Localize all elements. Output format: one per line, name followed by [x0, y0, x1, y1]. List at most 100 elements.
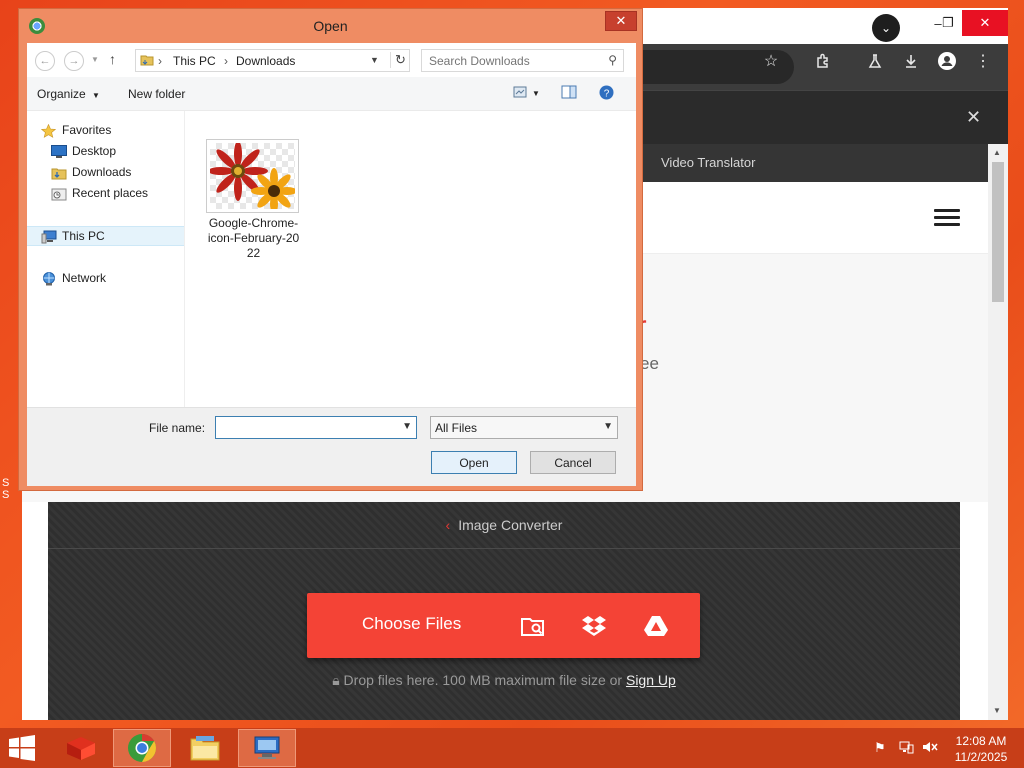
folder-icon: [190, 736, 220, 761]
google-drive-icon[interactable]: [642, 612, 670, 640]
chevron-down-icon[interactable]: ▼: [402, 421, 412, 432]
vertical-scrollbar[interactable]: ▲ ▼: [988, 144, 1008, 720]
hamburger-menu-icon[interactable]: [934, 209, 960, 227]
address-dropdown-icon[interactable]: ▼: [370, 55, 379, 65]
recent-places-icon: [51, 187, 67, 200]
dialog-titlebar: Open ✕: [19, 9, 642, 43]
choose-files-label: Choose Files: [362, 614, 462, 633]
breadcrumb-this-pc[interactable]: This PC: [173, 54, 216, 68]
breadcrumb-separator: ›: [158, 54, 162, 68]
up-arrow-icon[interactable]: ↑: [109, 51, 116, 67]
organize-label: Organize: [37, 87, 86, 101]
back-arrow-icon[interactable]: ←: [35, 51, 55, 71]
view-options-icon[interactable]: [513, 86, 527, 101]
nav-item-recent-places[interactable]: Recent places: [51, 184, 148, 202]
scrollbar-thumb[interactable]: [992, 162, 1004, 302]
refresh-icon[interactable]: ↻: [390, 52, 406, 68]
taskbar: ⚑ 12:08 AM 11/2/2025: [0, 728, 1024, 768]
lock-icon: 🔒︎: [332, 672, 340, 688]
labs-flask-icon[interactable]: [862, 48, 888, 74]
chevron-left-icon[interactable]: ‹: [446, 517, 451, 533]
nav-label-desktop: Desktop: [72, 144, 117, 158]
help-icon[interactable]: ?: [599, 85, 614, 103]
new-folder-button[interactable]: New folder: [128, 87, 185, 101]
windows-logo-icon: [9, 735, 35, 761]
search-input[interactable]: [422, 50, 592, 71]
download-icon[interactable]: [898, 48, 924, 74]
taskbar-remote-desktop[interactable]: [238, 729, 296, 767]
network-icon: [41, 271, 57, 285]
cancel-button[interactable]: Cancel: [530, 451, 616, 474]
nav-item-this-pc[interactable]: This PC: [41, 227, 105, 245]
forward-arrow-icon[interactable]: →: [64, 51, 84, 71]
dialog-close-button[interactable]: ✕: [605, 11, 637, 31]
profile-avatar-icon[interactable]: [934, 48, 960, 74]
taskbar-app-boxes[interactable]: [52, 729, 110, 767]
breadcrumb-separator: ›: [224, 54, 228, 68]
desktop-edge-text: S: [2, 489, 10, 501]
drop-zone-text: 🔒︎ Drop files here. 100 MB maximum file …: [48, 672, 960, 689]
dialog-footer: File name: ▼ All Files ▼ Open Cancel: [27, 407, 636, 486]
volume-muted-icon[interactable]: [922, 740, 938, 757]
desktop-icon: [51, 144, 67, 158]
file-name-line: 22: [246, 246, 261, 260]
recent-locations-chevron-icon[interactable]: ▼: [91, 55, 99, 64]
file-type-select[interactable]: All Files ▼: [430, 416, 618, 439]
nav-label-downloads: Downloads: [72, 165, 132, 179]
taskbar-chrome[interactable]: [113, 729, 171, 767]
preview-pane-icon[interactable]: [561, 85, 577, 102]
file-name-label: File name:: [149, 421, 206, 435]
chrome-icon: [128, 734, 156, 762]
breadcrumb: ‹ Image Converter: [48, 502, 960, 549]
monitor-icon: [254, 736, 280, 759]
file-name-line: Google-Chrome-: [208, 216, 299, 230]
file-name-combo[interactable]: ▼: [215, 416, 417, 439]
chevron-down-icon[interactable]: ▼: [603, 421, 613, 432]
search-icon[interactable]: ⚲: [608, 53, 617, 67]
system-clock[interactable]: 12:08 AM 11/2/2025: [948, 733, 1014, 765]
choose-files-button[interactable]: Choose Files: [307, 593, 700, 658]
dialog-title: Open: [313, 18, 348, 34]
network-status-icon[interactable]: [899, 740, 914, 757]
close-infobar-icon[interactable]: ✕: [966, 107, 981, 128]
file-thumbnail: [206, 139, 299, 213]
package-icon: [67, 737, 95, 760]
file-name-input[interactable]: [216, 417, 396, 438]
nav-item-downloads[interactable]: Downloads: [51, 163, 131, 181]
scroll-down-icon[interactable]: ▼: [993, 706, 1001, 715]
organize-menu[interactable]: Organize ▼: [37, 87, 100, 101]
nav-label-this-pc: This PC: [62, 229, 105, 243]
taskbar-file-explorer[interactable]: [176, 729, 234, 767]
nav-item-network[interactable]: Network: [41, 269, 106, 287]
address-breadcrumb[interactable]: › This PC › Downloads ▼ ↻: [135, 49, 410, 72]
close-button[interactable]: ✕: [962, 10, 1008, 36]
more-menu-icon[interactable]: ⋮: [970, 48, 996, 74]
dropbox-icon[interactable]: [580, 612, 608, 640]
search-box[interactable]: ⚲: [421, 49, 624, 72]
open-button[interactable]: Open: [431, 451, 517, 474]
extensions-icon[interactable]: [810, 48, 836, 74]
nav-label-recent-places: Recent places: [72, 186, 149, 200]
open-file-dialog: Open ✕ ← → ▼ ↑ › This PC › Downloads ▼ ↻…: [18, 8, 643, 491]
dialog-body: ← → ▼ ↑ › This PC › Downloads ▼ ↻ ⚲: [27, 43, 636, 486]
converter-panel: ‹ Image Converter Choose Files 🔒︎ Drop f…: [48, 502, 960, 720]
nav-item-favorites[interactable]: Favorites: [40, 121, 111, 139]
star-icon: [40, 123, 57, 138]
breadcrumb-downloads[interactable]: Downloads: [236, 54, 295, 68]
action-center-flag-icon[interactable]: ⚑: [874, 740, 886, 756]
nav-item-desktop[interactable]: Desktop: [51, 142, 116, 160]
breadcrumb-label[interactable]: Image Converter: [458, 517, 562, 533]
tab-search-button[interactable]: ⌄: [872, 14, 900, 42]
bookmark-star-icon[interactable]: ☆: [758, 48, 784, 74]
svg-text:?: ?: [604, 89, 610, 100]
file-item[interactable]: Google-Chrome- icon-February-20 22: [206, 139, 301, 261]
folder-search-icon[interactable]: [519, 612, 547, 640]
folder-icon: [140, 53, 154, 70]
start-button[interactable]: [0, 729, 50, 767]
scroll-up-icon[interactable]: ▲: [993, 148, 1001, 157]
view-dropdown-icon[interactable]: ▼: [532, 89, 540, 98]
sign-up-link[interactable]: Sign Up: [626, 672, 676, 688]
flower-image-icon: [210, 143, 295, 209]
nav-link-video-translator[interactable]: Video Translator: [661, 155, 755, 170]
nav-label-network: Network: [62, 271, 107, 285]
